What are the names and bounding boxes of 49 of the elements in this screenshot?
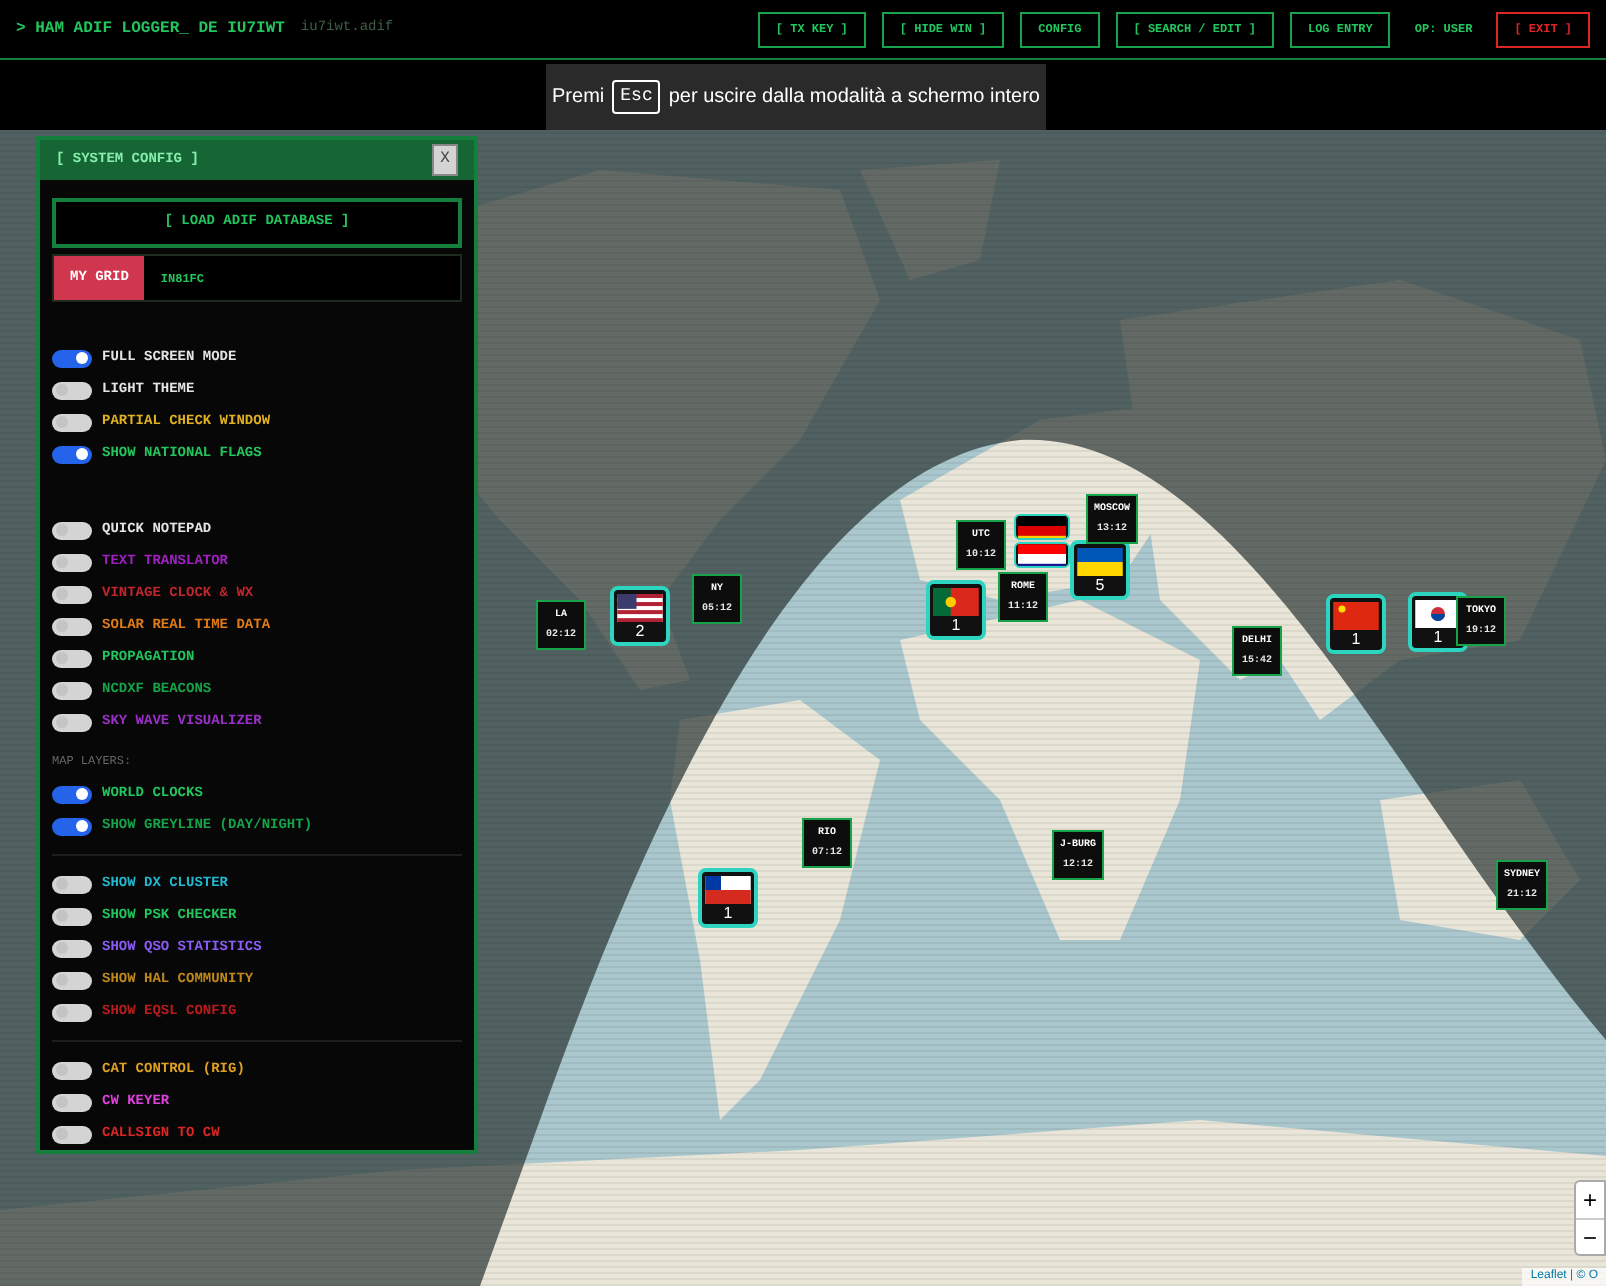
close-button[interactable]: X [432,144,458,176]
toggle-switch[interactable] [52,971,92,989]
flag-icon [1018,544,1066,566]
flag-icon [704,876,752,904]
toggle-switch[interactable] [52,1093,92,1111]
flag-marker[interactable]: 5 [1070,540,1130,600]
toggle-switch[interactable] [52,939,92,957]
contact-count: 5 [1095,576,1105,596]
toggle-switch[interactable] [52,381,92,399]
contact-count: 2 [635,622,645,642]
toggle-switch[interactable] [52,585,92,603]
contact-count: 1 [723,904,733,924]
contact-count: 1 [951,616,961,636]
toggle-switch[interactable] [52,1125,92,1143]
contact-count: 1 [1433,628,1443,648]
toggle-switch[interactable] [52,713,92,731]
toggle-switch[interactable] [52,785,92,803]
flag-marker[interactable]: 2 [610,586,670,646]
toggle-switch[interactable] [52,681,92,699]
esc-key: Esc [612,79,661,115]
toggle-switch[interactable] [52,521,92,539]
flag-icon [616,594,664,622]
contact-count: 1 [1351,630,1361,650]
zoom-out-button[interactable]: − [1576,1218,1604,1254]
flag-marker[interactable]: 1 [926,580,986,640]
toggle-switch[interactable] [52,817,92,835]
toggle-switch[interactable] [52,875,92,893]
zoom-in-button[interactable]: + [1576,1182,1604,1218]
toggle-switch[interactable] [52,649,92,667]
toggle-switch[interactable] [52,617,92,635]
toggle-switch[interactable] [52,445,92,463]
flag-marker[interactable] [1014,542,1070,568]
toggle-switch[interactable] [52,1061,92,1079]
flag-marker[interactable]: 1 [1326,594,1386,654]
toggle-switch[interactable] [52,907,92,925]
flag-icon [1076,548,1124,576]
flag-icon [1018,516,1066,538]
flag-icon [1332,602,1380,630]
toggle-switch[interactable] [52,349,92,367]
flag-marker[interactable]: 1 [698,868,758,928]
toggle-switch[interactable] [52,413,92,431]
flag-icon [932,588,980,616]
toggle-switch[interactable] [52,553,92,571]
notice-text: per uscire dalla modalità a schermo intero [668,84,1040,112]
toggle-switch[interactable] [52,1003,92,1021]
notice-text: Premi [552,84,605,112]
flag-marker[interactable] [1014,514,1070,540]
app-title: > HAM ADIF LOGGER_ DE IU7IWT [16,17,285,41]
flag-icon [1414,600,1462,628]
